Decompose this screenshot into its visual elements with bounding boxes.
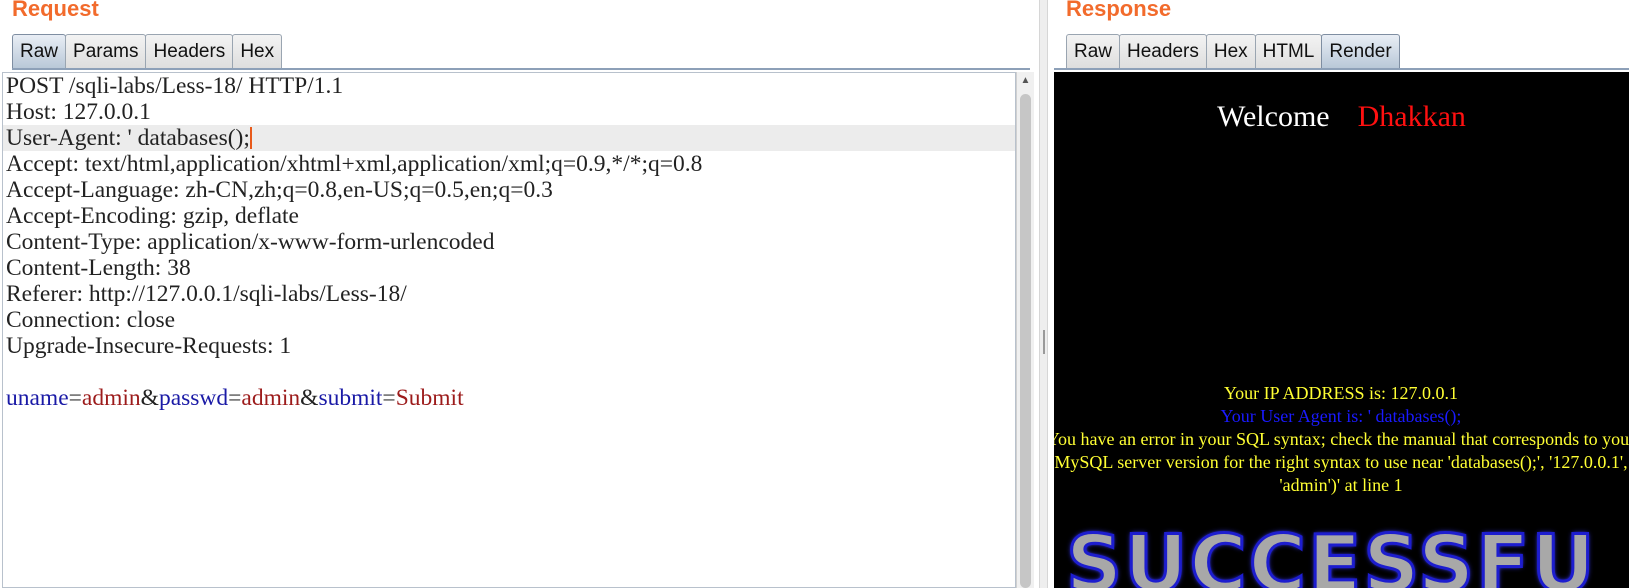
request-body: uname=admin&passwd=admin&submit=Submit — [6, 385, 464, 411]
request-line: Content-Type: application/x-www-form-url… — [6, 229, 495, 255]
tab-html[interactable]: HTML — [1254, 34, 1323, 68]
param-name: submit — [318, 385, 383, 411]
request-line-blank — [3, 359, 1015, 385]
pane-splitter[interactable] — [1039, 0, 1048, 588]
tab-headers[interactable]: Headers — [145, 34, 234, 68]
tab-headers[interactable]: Headers — [1119, 34, 1207, 68]
ip-address-line: Your IP ADDRESS is: 127.0.0.1 — [1223, 383, 1459, 403]
response-info: Your IP ADDRESS is: 127.0.0.1 Your User … — [1054, 382, 1629, 497]
param-value: Submit — [395, 385, 464, 411]
request-line-current: User-Agent: ' databases(); — [3, 125, 1015, 151]
request-scrollbar[interactable]: ▲ — [1016, 72, 1034, 588]
request-line: Upgrade-Insecure-Requests: 1 — [6, 333, 292, 359]
param-value: admin — [241, 385, 301, 411]
success-banner-image: SUCCESSFU — [1065, 519, 1597, 588]
tab-hex[interactable]: Hex — [232, 34, 283, 68]
rendered-response: Welcome Dhakkan Your IP ADDRESS is: 127.0… — [1054, 72, 1629, 588]
response-title: Response — [1066, 0, 1172, 21]
param-name: passwd — [158, 385, 229, 411]
scroll-thumb[interactable] — [1020, 94, 1031, 588]
request-tab-divider — [12, 68, 1030, 70]
request-line: Connection: close — [6, 307, 176, 333]
response-tab-divider — [1054, 68, 1629, 70]
request-line-text: User-Agent: ' databases(); — [6, 125, 250, 151]
request-line: POST /sqli-labs/Less-18/ HTTP/1.1 — [6, 73, 344, 99]
welcome-name: Dhakkan — [1357, 100, 1466, 133]
param-name: uname — [6, 385, 69, 411]
tab-raw[interactable]: Raw — [12, 34, 67, 68]
tab-hex[interactable]: Hex — [1205, 34, 1256, 68]
sql-error-message: You have an error in your SQL syntax; ch… — [1054, 429, 1629, 495]
scroll-up-icon[interactable]: ▲ — [1017, 72, 1034, 90]
request-title: Request — [12, 0, 99, 21]
text-caret — [249, 127, 252, 149]
request-line: Content-Length: 38 — [6, 255, 191, 281]
param-value: admin — [81, 385, 141, 411]
welcome-heading: Welcome Dhakkan — [1054, 100, 1629, 134]
request-editor[interactable]: POST /sqli-labs/Less-18/ HTTP/1.1 Host: … — [2, 72, 1016, 588]
splitter-grip-icon[interactable] — [1043, 330, 1045, 354]
request-line: Accept-Encoding: gzip, deflate — [6, 203, 299, 229]
request-line: Host: 127.0.0.1 — [6, 99, 151, 125]
response-tabs: Raw Headers Hex HTML Render — [1066, 34, 1400, 68]
request-line: Accept: text/html,application/xhtml+xml,… — [6, 151, 703, 177]
user-agent-line: Your User Agent is: ' databases(); — [1220, 406, 1462, 426]
tab-render[interactable]: Render — [1321, 34, 1400, 68]
tab-params[interactable]: Params — [65, 34, 147, 68]
tab-raw[interactable]: Raw — [1066, 34, 1121, 68]
request-line: Referer: http://127.0.0.1/sqli-labs/Less… — [6, 281, 407, 307]
request-tabs: Raw Params Headers Hex — [12, 34, 283, 68]
welcome-text: Welcome — [1217, 100, 1330, 133]
request-line: Accept-Language: zh-CN,zh;q=0.8,en-US;q=… — [6, 177, 553, 203]
